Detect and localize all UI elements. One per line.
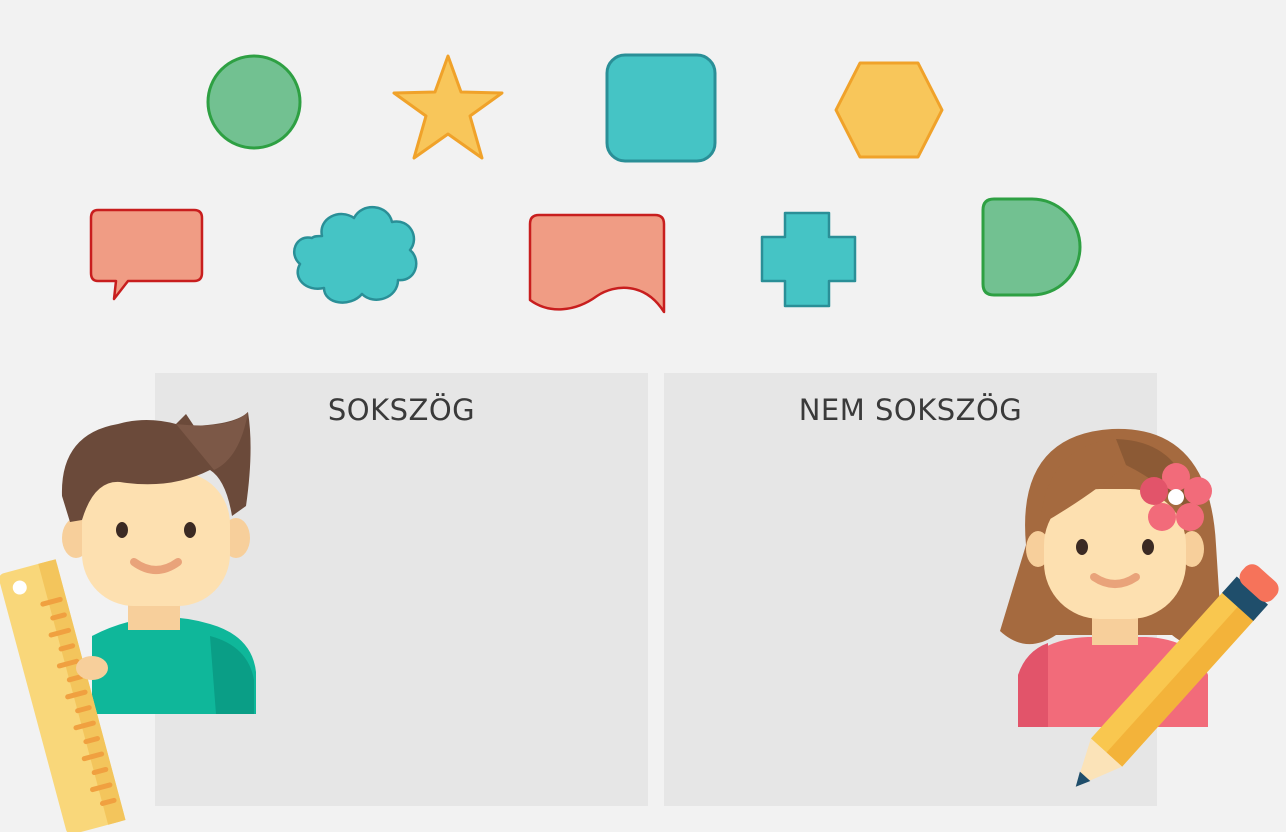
speech-bubble-icon: [89, 208, 204, 301]
girl-avatar-icon: [1000, 428, 1279, 787]
speech-bubble-shape[interactable]: [88, 207, 206, 303]
hexagon-icon: [834, 61, 944, 159]
circle-shape[interactable]: [204, 52, 304, 152]
cross-icon: [760, 211, 857, 308]
game-stage: SOKSZÖG NEM SOKSZÖG: [0, 0, 1286, 832]
star-shape[interactable]: [390, 52, 506, 164]
circle-icon: [206, 54, 302, 150]
boy-character: [0, 410, 270, 832]
star-icon: [392, 54, 504, 160]
girl-character: [996, 425, 1286, 825]
non-polygon-zone-label: NEM SOKSZÖG: [798, 393, 1023, 427]
d-shape-icon: [981, 197, 1082, 297]
hexagon-shape[interactable]: [832, 60, 946, 160]
boy-avatar-icon: [0, 412, 256, 832]
d-shape[interactable]: [980, 196, 1084, 300]
rounded-square-icon: [605, 53, 717, 163]
cross-shape[interactable]: [759, 210, 859, 310]
cloud-shape[interactable]: [288, 200, 422, 310]
cloud-icon: [293, 206, 418, 304]
document-wave-shape[interactable]: [527, 212, 669, 316]
document-wave-icon: [528, 213, 666, 314]
rounded-square-shape[interactable]: [604, 52, 718, 164]
